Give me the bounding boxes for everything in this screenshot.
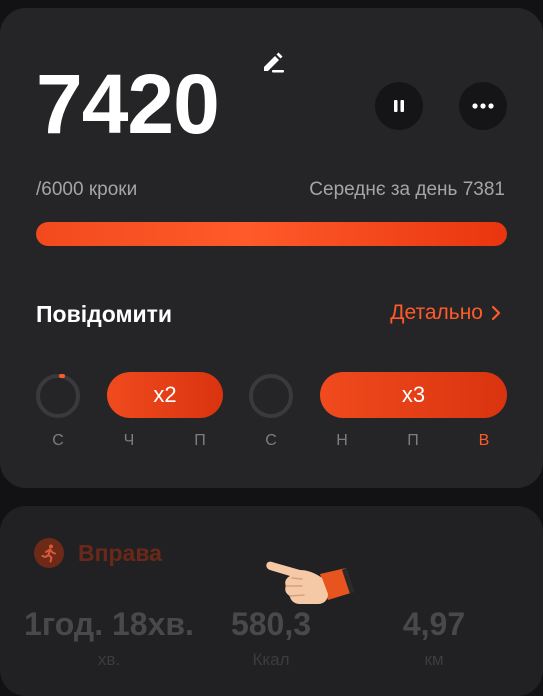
day-label: С: [52, 432, 64, 449]
details-link[interactable]: Детально: [390, 301, 501, 325]
details-label: Детально: [390, 301, 483, 324]
pointing-hand-icon: [262, 548, 358, 620]
day-label-active: В: [478, 432, 490, 449]
chevron-right-icon: [491, 305, 501, 321]
distance-value: 4,97: [402, 606, 466, 642]
day-label: Ч: [123, 432, 135, 449]
steps-goal: /6000 кроки: [36, 179, 138, 200]
steps-progress-bar: [36, 222, 507, 246]
streak-badge-label: x2: [153, 382, 177, 407]
steps-count: 7420: [36, 57, 220, 151]
more-button[interactable]: [459, 82, 507, 130]
calories-unit: Ккал: [252, 650, 290, 669]
notify-title: Повідомити: [36, 301, 173, 327]
week-streak-row: x2 x3: [0, 370, 543, 420]
day-progress-ring: [249, 374, 293, 418]
day-label: П: [194, 432, 206, 449]
streak-badge: x2: [107, 372, 223, 418]
more-icon: [472, 103, 494, 109]
edit-icon[interactable]: [260, 48, 286, 74]
day-label: П: [407, 432, 419, 449]
day-label: Н: [336, 432, 348, 449]
streak-badge: x3: [320, 372, 507, 418]
daily-average: Середнє за день 7381: [309, 179, 505, 200]
duration-value: 1год. 18хв.: [24, 606, 194, 642]
pause-button[interactable]: [375, 82, 423, 130]
exercise-title: Вправа: [78, 540, 162, 566]
streak-badge-label: x3: [401, 382, 426, 407]
running-icon: [34, 538, 64, 568]
pause-icon: [394, 100, 404, 112]
duration-unit: хв.: [97, 650, 121, 669]
ring-progress-mark: [59, 374, 65, 378]
distance-unit: км: [424, 650, 444, 669]
day-label: С: [265, 432, 277, 449]
steps-progress-fill: [36, 222, 507, 246]
day-progress-ring: [36, 374, 80, 418]
